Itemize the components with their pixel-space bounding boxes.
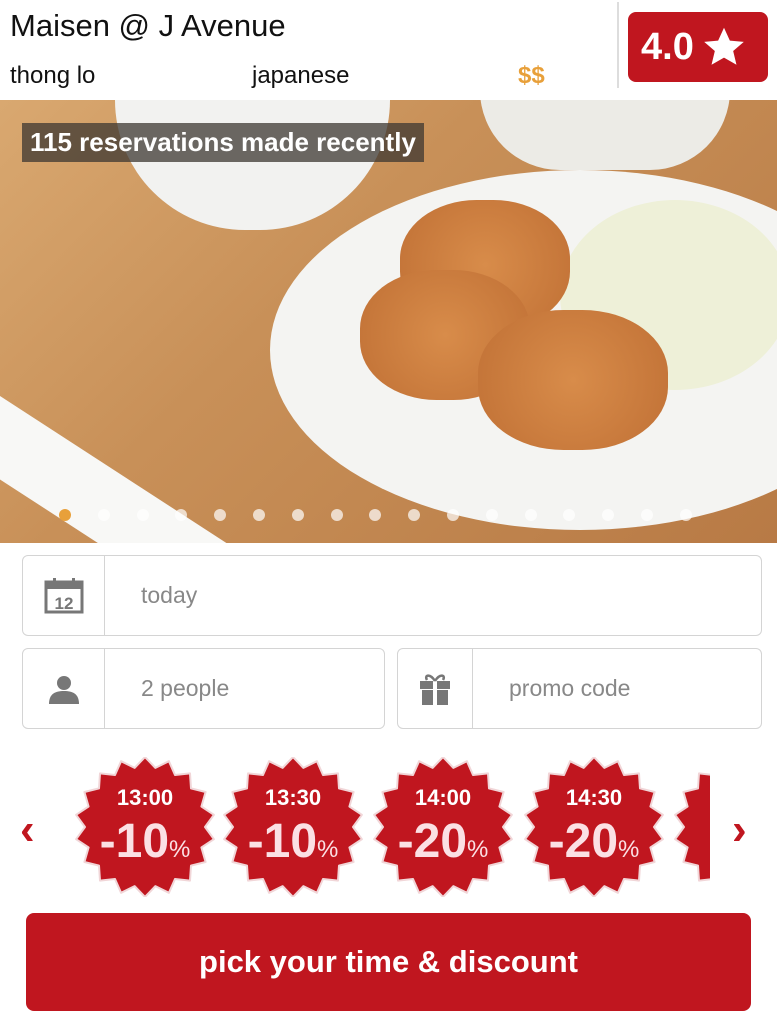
- slot-discount-unit: %: [317, 836, 339, 863]
- restaurant-photo-carousel[interactable]: 115 reservations made recently: [0, 100, 777, 543]
- slots-next-arrow[interactable]: ›: [732, 805, 747, 855]
- slot-discount-unit: %: [467, 836, 489, 863]
- calendar-day: 12: [54, 594, 73, 613]
- slot-discount: -20%: [373, 814, 513, 869]
- calendar-icon: 12: [23, 556, 105, 635]
- slot-discount: -10%: [75, 814, 215, 869]
- carousel-dots: [0, 509, 777, 521]
- photo-cutlet: [478, 310, 668, 450]
- date-value: today: [141, 582, 198, 608]
- carousel-dot[interactable]: [136, 509, 149, 521]
- party-size-value: 2 people: [141, 675, 230, 701]
- cuisine-label: japanese: [252, 62, 350, 89]
- time-slot-badge[interactable]: 14:30 -20%: [524, 757, 664, 897]
- slot-discount-unit: %: [618, 836, 640, 863]
- photo-dish: [480, 100, 730, 170]
- reservations-caption: 115 reservations made recently: [22, 123, 424, 162]
- star-icon: [704, 27, 744, 65]
- carousel-dot[interactable]: [330, 509, 343, 521]
- price-level: $$: [518, 62, 545, 89]
- slot-discount-value: -10: [247, 815, 318, 868]
- gift-icon: [398, 649, 473, 728]
- time-slot-badge[interactable]: 13:30 -10%: [223, 757, 363, 897]
- restaurant-name: Maisen @ J Avenue: [10, 8, 286, 43]
- slot-discount-unit: %: [169, 836, 191, 863]
- pick-time-discount-button[interactable]: pick your time & discount: [26, 913, 751, 1011]
- carousel-dot[interactable]: [291, 509, 304, 521]
- slot-discount: -10%: [223, 814, 363, 869]
- area-label: thong lo: [10, 62, 96, 89]
- time-slot-badge[interactable]: 14:00 -20%: [373, 757, 513, 897]
- slot-discount-value: -20: [548, 815, 619, 868]
- party-size-field[interactable]: 2 people: [22, 648, 385, 729]
- slot-time: 13:00: [116, 785, 174, 810]
- promo-code-field[interactable]: promo code: [397, 648, 762, 729]
- header-divider: [617, 2, 619, 88]
- time-slot-badge[interactable]: -: [674, 757, 710, 897]
- carousel-dot[interactable]: [59, 509, 71, 521]
- date-field[interactable]: 12 today: [22, 555, 762, 636]
- carousel-dot[interactable]: [602, 509, 615, 521]
- rating-badge: 4.0: [628, 12, 768, 82]
- carousel-dot[interactable]: [408, 509, 421, 521]
- carousel-dot[interactable]: [97, 509, 110, 521]
- slot-discount-value: -20: [397, 815, 468, 868]
- carousel-dot[interactable]: [524, 509, 537, 521]
- slot-discount: -: [674, 814, 710, 869]
- person-icon: [23, 649, 105, 728]
- carousel-dot[interactable]: [641, 509, 653, 521]
- carousel-dot[interactable]: [679, 509, 692, 521]
- slot-discount: -20%: [524, 814, 664, 869]
- carousel-dot[interactable]: [214, 509, 227, 521]
- time-slot-badge[interactable]: 13:00 -10%: [75, 757, 215, 897]
- carousel-dot[interactable]: [563, 509, 576, 521]
- promo-code-placeholder: promo code: [509, 675, 631, 701]
- slot-discount-value: -10: [99, 815, 170, 868]
- slot-time: 13:30: [264, 785, 322, 810]
- carousel-dot[interactable]: [485, 509, 498, 521]
- carousel-dot[interactable]: [253, 509, 265, 521]
- photo-bowl: [115, 100, 390, 230]
- carousel-dot[interactable]: [447, 509, 459, 521]
- carousel-dot[interactable]: [369, 509, 382, 521]
- slots-prev-arrow[interactable]: ‹: [20, 805, 35, 855]
- rating-value: 4.0: [641, 25, 694, 68]
- carousel-dot[interactable]: [175, 509, 188, 521]
- slot-time: 14:30: [565, 785, 623, 810]
- slot-time: 14:00: [414, 785, 472, 810]
